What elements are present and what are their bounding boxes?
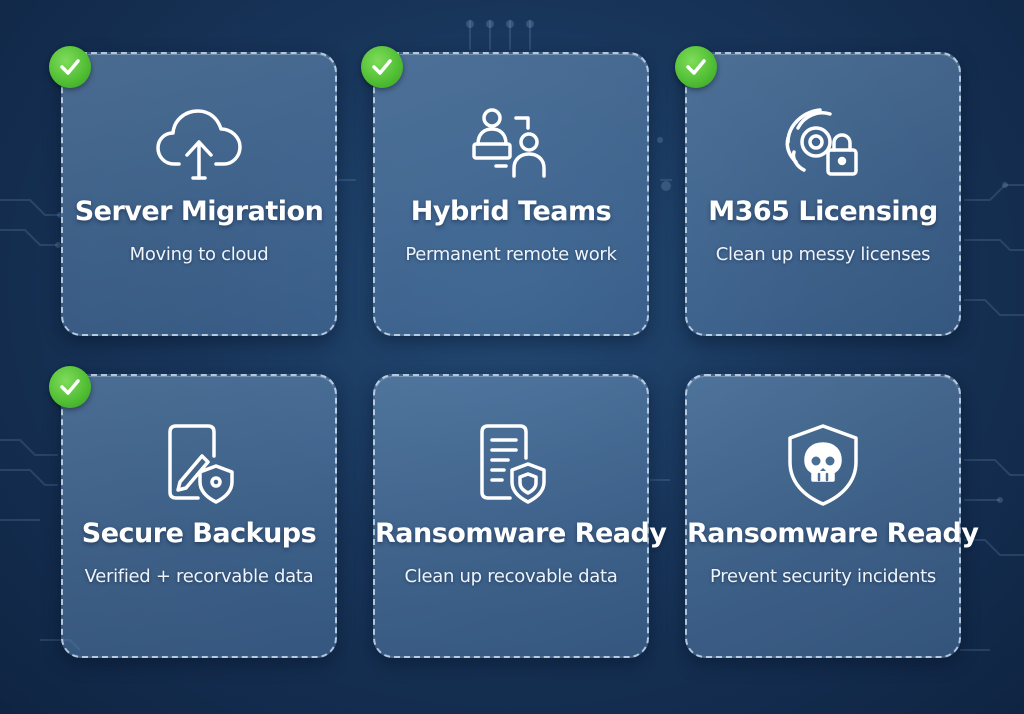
check-icon [49,46,91,88]
card-title: Ransomware Ready [375,518,667,549]
card-subtitle: Clean up recovable data [404,566,618,587]
cloud-upload-icon [154,98,244,188]
card-server-migration[interactable]: Server Migration Moving to cloud [61,52,337,336]
card-secure-backups[interactable]: Secure Backups Verified + recorvable dat… [61,374,337,658]
document-shield-icon [466,420,556,510]
backup-shield-icon [154,420,244,510]
card-title: Ransomware Ready [687,518,979,549]
card-ransomware-ready-2[interactable]: Ransomware Ready Prevent security incide… [685,374,979,658]
skull-shield-icon [778,420,868,510]
feature-grid: Server Migration Moving to cloud Hybrid … [0,0,1024,714]
card-subtitle: Permanent remote work [405,244,617,265]
license-lock-icon [778,98,868,188]
card-m365-licensing[interactable]: M365 Licensing Clean up messy licenses [685,52,961,336]
check-icon [361,46,403,88]
card-subtitle: Prevent security incidents [710,566,936,587]
check-icon [675,46,717,88]
card-title: Secure Backups [81,518,317,549]
card-hybrid-teams[interactable]: Hybrid Teams Permanent remote work [373,52,649,336]
card-title: M365 Licensing [708,196,938,227]
card-subtitle: Moving to cloud [129,244,269,265]
card-subtitle: Verified + recorvable data [84,566,314,587]
remote-team-icon [466,98,556,188]
card-ransomware-ready-1[interactable]: Ransomware Ready Clean up recovable data [373,374,667,658]
card-title: Hybrid Teams [410,196,612,227]
card-subtitle: Clean up messy licenses [715,244,931,265]
check-icon [49,366,91,408]
card-title: Server Migration [74,196,324,227]
